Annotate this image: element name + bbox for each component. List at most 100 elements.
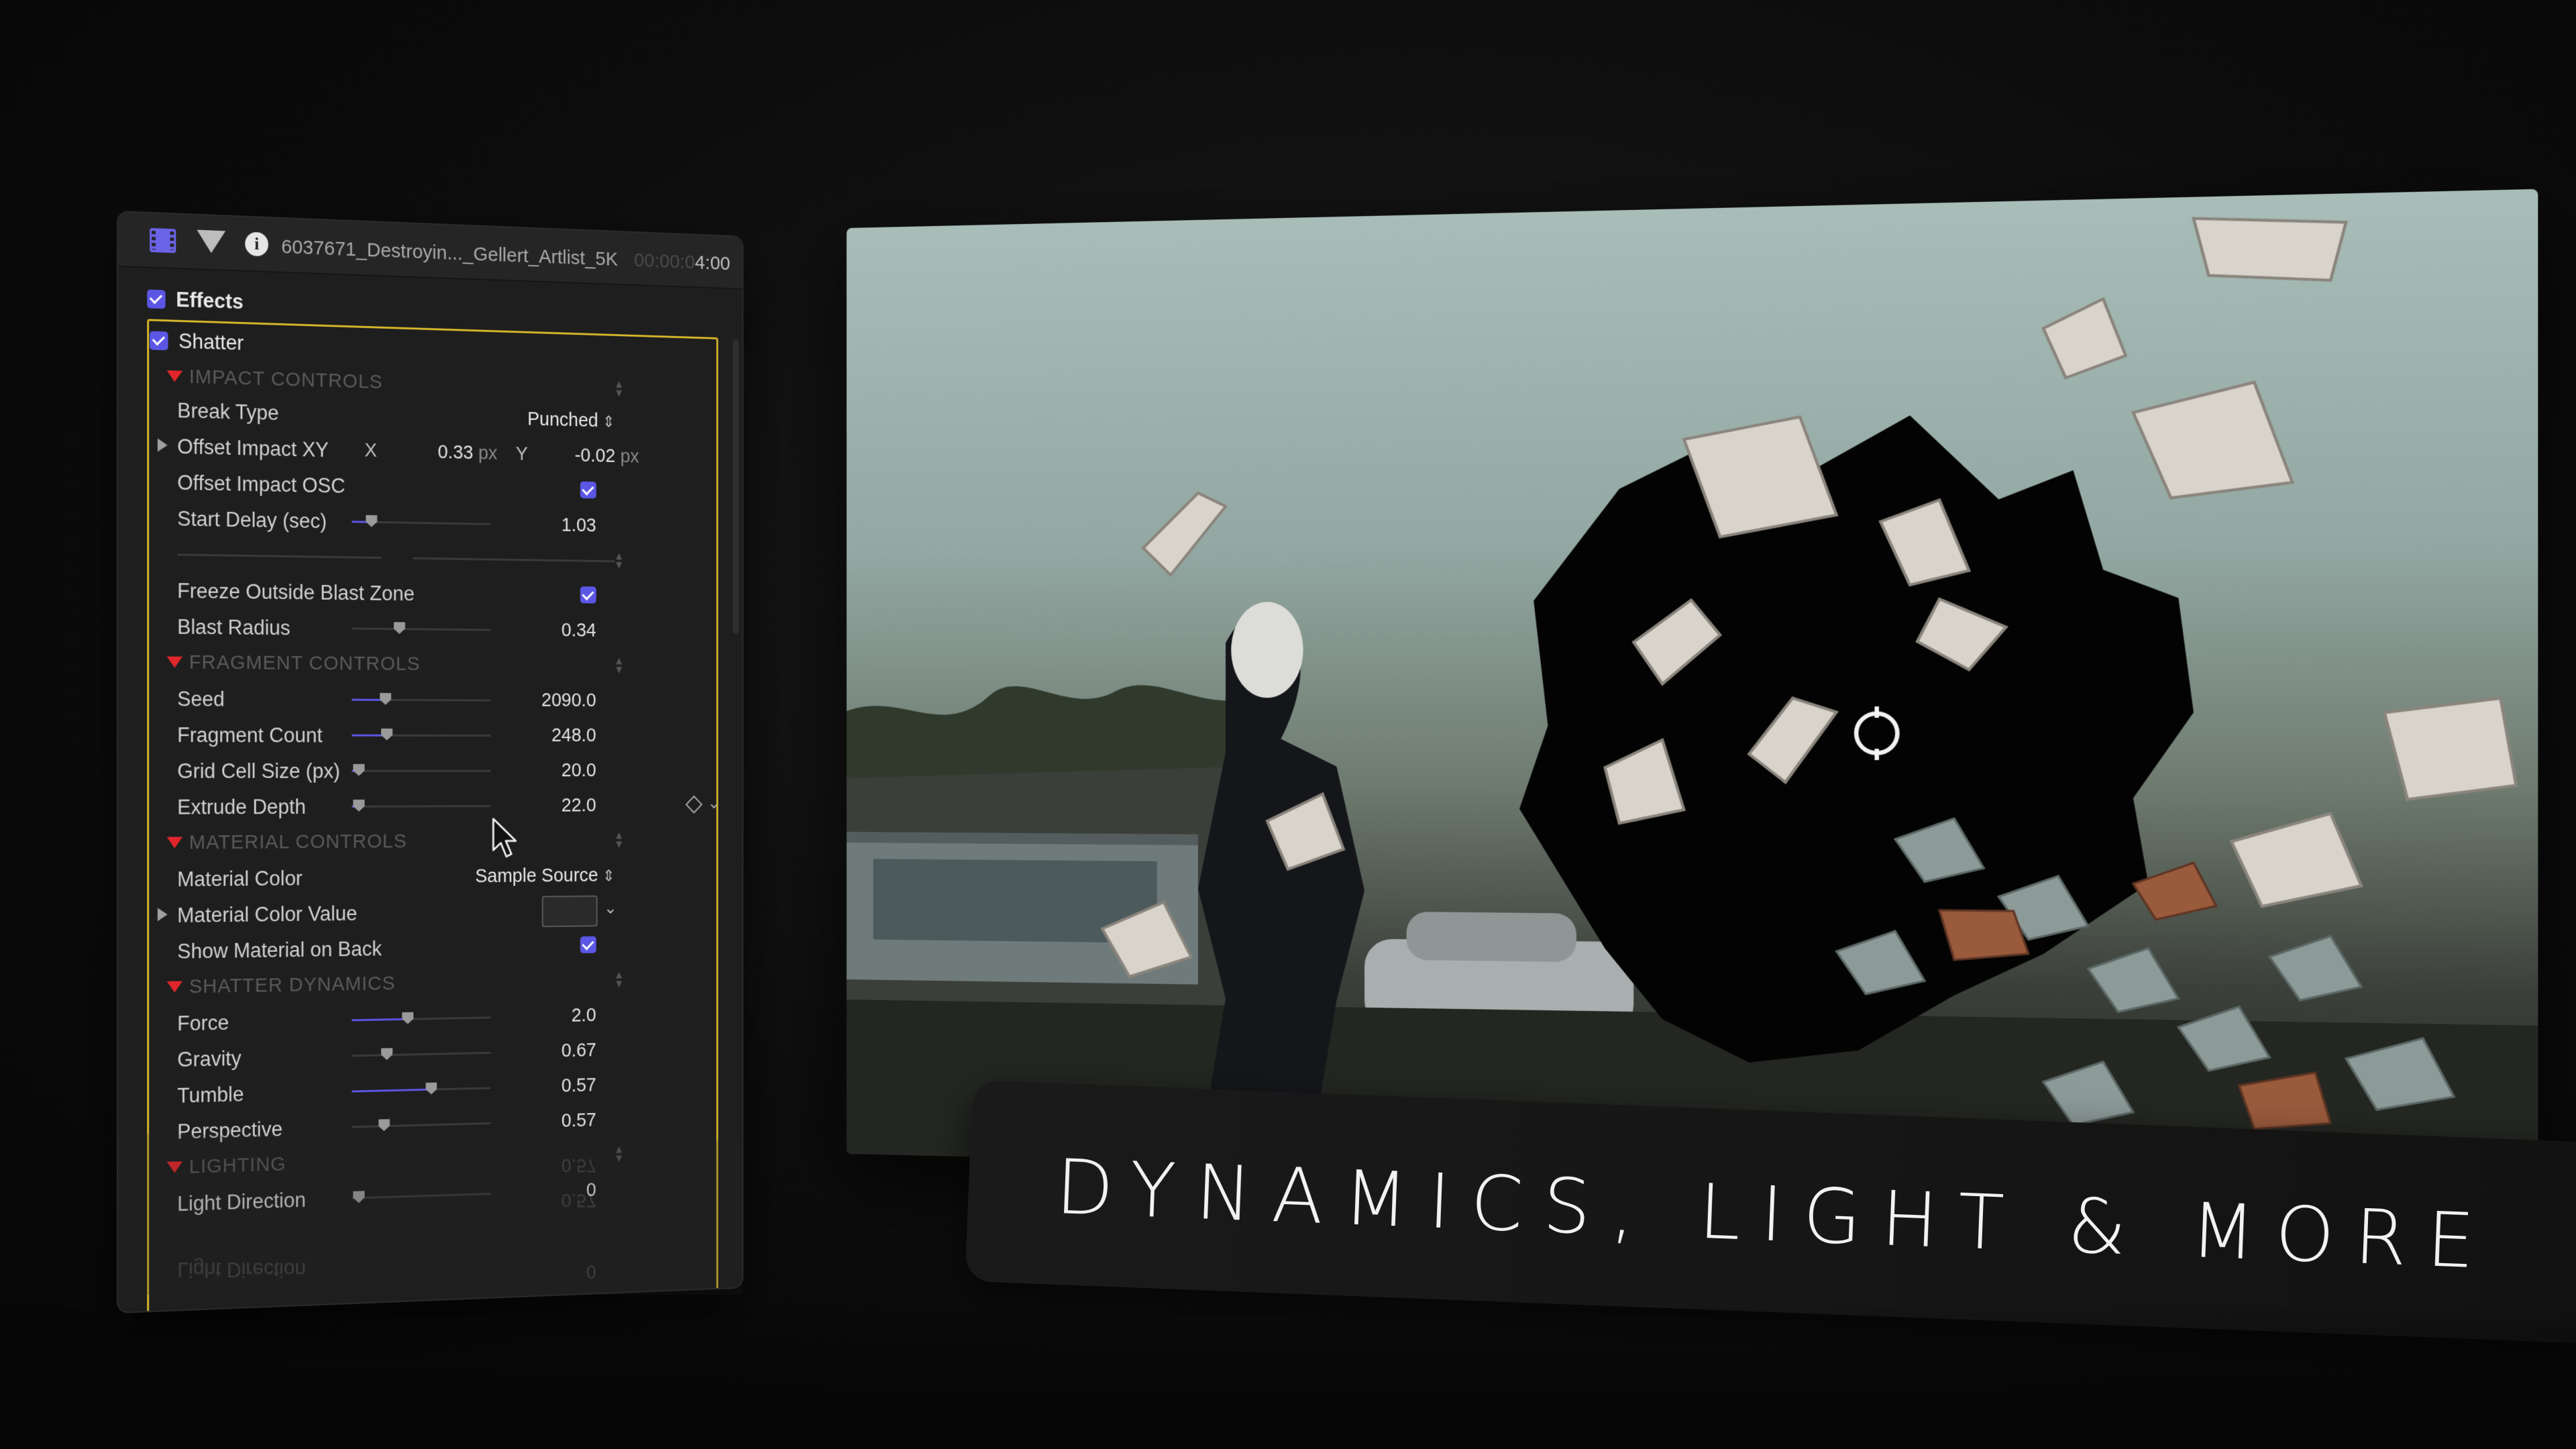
disclosure-triangle-icon[interactable] [166,981,183,993]
effect-name: Shatter [178,329,244,355]
grid-cell-slider[interactable] [352,770,491,772]
param-label: Seed [177,687,225,711]
section-label: FRAGMENT CONTROLS [189,651,421,675]
disclosure-triangle-icon[interactable] [166,370,183,382]
chevron-down-icon[interactable]: ⌄ [604,898,617,918]
blast-radius-value[interactable]: 0.34 [561,620,596,641]
fragment-controls-header[interactable]: FRAGMENT CONTROLS [118,644,743,684]
disclosure-triangle-icon[interactable] [166,837,183,849]
param-label: Blast Radius [177,614,290,640]
x-unit: px [478,442,498,464]
param-label: Freeze Outside Blast Zone [177,579,415,606]
reflection-label: Light Direction [177,1258,306,1282]
panel-reflection: Light Direction 0 0.57 0.57 [118,1134,743,1295]
tumble-value[interactable]: 0.57 [561,1075,596,1097]
material-controls-header[interactable]: MATERIAL CONTROLS [118,822,743,861]
expand-triangle-icon[interactable] [157,438,168,452]
material-color-row: Material Color Sample Source [118,857,743,898]
disclosure-triangle-icon[interactable] [166,656,183,668]
timecode-frames: 4:00 [694,252,731,275]
start-delay-value[interactable]: 1.03 [561,515,596,537]
section-label: SHATTER DYNAMICS [189,972,396,998]
film-icon[interactable] [150,227,176,254]
clip-title: 6037671_Destroyin..._Gellert_Artlist_5K [281,235,619,270]
info-icon[interactable]: i [245,231,269,257]
floor-shade [0,1308,2576,1449]
slider-knob[interactable] [353,800,364,812]
fragment-count-value[interactable]: 248.0 [551,725,596,747]
slider-knob[interactable] [378,1119,390,1131]
expand-triangle-icon[interactable] [157,908,168,922]
param-label: Force [177,1010,229,1036]
y-unit: px [620,445,639,468]
slider-knob[interactable] [380,693,391,705]
perspective-slider[interactable] [352,1119,491,1131]
param-label: Start Delay (sec) [177,506,327,533]
section-stepper-icon[interactable] [614,379,623,397]
show-material-back-checkbox[interactable] [580,936,596,954]
slider-knob[interactable] [381,1048,392,1060]
seed-row: Seed 2090.0 [118,680,743,718]
divider [177,553,615,563]
reflection-value: 0.57 [561,1189,596,1211]
extrude-depth-slider[interactable] [352,805,491,808]
force-value[interactable]: 2.0 [572,1005,596,1027]
param-label: Show Material on Back [177,936,382,963]
video-preview[interactable] [847,189,2538,1193]
freeze-outside-checkbox[interactable] [580,586,596,604]
offset-x-field[interactable]: X 0.33 px [364,440,497,465]
start-delay-slider[interactable] [352,521,491,525]
seed-slider[interactable] [352,699,491,702]
slider-knob[interactable] [394,622,405,634]
fragment-count-row: Fragment Count 248.0 [118,716,743,753]
tumble-slider[interactable] [352,1087,491,1092]
param-label: Material Color [177,866,303,892]
effects-label: Effects [176,288,244,314]
effects-checkbox[interactable] [147,289,166,309]
offset-osc-checkbox[interactable] [580,481,596,499]
fragment-count-slider[interactable] [352,735,491,737]
slider-knob[interactable] [366,515,377,527]
grid-cell-value[interactable]: 20.0 [561,760,596,782]
gravity-value[interactable]: 0.67 [561,1040,596,1062]
section-label: MATERIAL CONTROLS [189,830,407,854]
slider-knob[interactable] [381,729,392,741]
grid-cell-size-row: Grid Cell Size (px) 20.0 [118,753,743,789]
param-label: Extrude Depth [177,795,306,819]
section-stepper-icon[interactable] [614,656,623,674]
filter-icon[interactable] [197,229,226,254]
param-label: Fragment Count [177,723,323,747]
param-label: Material Color Value [177,902,358,927]
stepper-icon[interactable] [614,551,623,570]
timecode: 00:00:04:00 [634,250,730,275]
color-swatch[interactable] [541,895,598,928]
preview-frame-artwork [847,189,2538,1193]
offset-y-field[interactable]: Y -0.02 px [516,443,639,468]
slider-knob[interactable] [353,764,364,776]
slider-knob[interactable] [402,1012,413,1024]
section-stepper-icon[interactable] [614,830,623,849]
blast-radius-row: Blast Radius 0.34 [118,608,743,649]
perspective-value[interactable]: 0.57 [561,1110,596,1132]
section-stepper-icon[interactable] [614,970,623,988]
chevron-down-icon[interactable]: ⌄ [708,793,721,813]
section-label: IMPACT CONTROLS [189,366,383,393]
shatter-enable-checkbox[interactable] [150,331,168,351]
break-type-popup[interactable]: Punched [527,409,614,432]
param-label: Offset Impact XY [177,435,329,462]
gravity-slider[interactable] [352,1052,491,1057]
slider-knob[interactable] [426,1083,437,1095]
keyframe-diamond-icon[interactable] [685,795,703,814]
extrude-depth-row: Extrude Depth 22.0 ⌄ [118,788,743,825]
param-label: Grid Cell Size (px) [177,759,340,783]
reflection-value: 0 [586,1260,596,1282]
material-color-popup[interactable]: Sample Source [475,865,614,888]
blast-radius-slider[interactable] [352,627,491,631]
cursor-pointer-icon [492,818,521,859]
force-slider[interactable] [352,1016,491,1021]
y-value: -0.02 [574,445,616,467]
x-value: 0.33 [437,441,474,464]
extrude-depth-value[interactable]: 22.0 [561,795,596,816]
seed-value[interactable]: 2090.0 [541,690,596,711]
param-label: Tumble [177,1082,244,1108]
